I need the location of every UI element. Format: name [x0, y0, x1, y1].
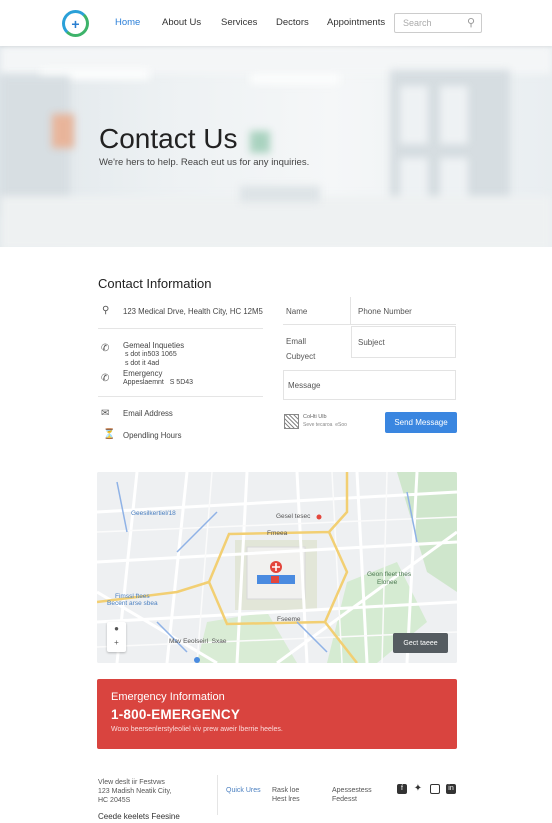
opening-hours-text: Opendling Hours: [123, 431, 182, 440]
page-subtitle: We're hers to help. Reach eut us for any…: [99, 157, 310, 168]
general-inquiries-extra: s dot it 4ad: [123, 360, 160, 367]
floor: [0, 196, 552, 247]
contact-info-title: Contact Information: [98, 276, 212, 291]
nav-doctors[interactable]: Dectors: [276, 17, 309, 28]
search-input[interactable]: Search ⚲: [394, 13, 482, 33]
divider: [98, 328, 263, 329]
map-label: Fseeme: [277, 616, 301, 623]
name-placeholder: Name: [286, 307, 308, 316]
window-pane: [400, 86, 428, 144]
zoom-out-icon[interactable]: +: [107, 636, 126, 650]
clock-icon: ⏳: [103, 429, 116, 440]
footer-quick-links-title: Quick Ures: [226, 787, 261, 794]
map-label: Geon fleet thes: [367, 571, 412, 578]
footer-link[interactable]: Hest lres: [272, 795, 300, 804]
instagram-icon[interactable]: [430, 784, 440, 794]
map-label: Mav Eeolseirl Sxae: [169, 638, 227, 645]
footer-address-line: 123 Madish Neatik City,: [98, 788, 172, 795]
location-pin-icon: ⚲: [102, 305, 110, 316]
clinic-logo-icon[interactable]: +: [62, 10, 89, 37]
map-label: Elonee: [377, 579, 398, 586]
emergency-phone: Appeslaemnt S 5D43: [123, 379, 194, 386]
footer-address-line: Vlew deslt iir Festvws: [98, 779, 165, 786]
map-label: Geesilkertiel/18: [131, 510, 176, 517]
top-navbar: + Home About Us Services Dectors Appoint…: [0, 0, 552, 46]
footer-link[interactable]: Fedesst: [332, 795, 357, 804]
map-zoom-control[interactable]: ● +: [107, 622, 126, 652]
send-message-button[interactable]: Send Message: [385, 412, 457, 433]
location-map[interactable]: Geesilkertiel/18 Gesel tesec Fmeea Geon …: [97, 472, 457, 663]
emergency-description: Woxo beersenlerstyleoliel viv prew aweir…: [111, 726, 283, 733]
hero-banner: Contact Us We're hers to help. Reach eut…: [0, 46, 552, 247]
captcha-icon[interactable]: [284, 414, 299, 429]
map-directions-button[interactable]: Gect taeee: [393, 633, 448, 653]
phone-icon: ✆: [101, 373, 110, 384]
page-title: Contact Us: [99, 123, 238, 154]
message-placeholder: Message: [288, 381, 321, 390]
subject-placeholder: Subject: [358, 338, 385, 347]
corridor-sign: [250, 131, 270, 153]
nav-services[interactable]: Services: [221, 17, 257, 28]
nav-appointments[interactable]: Appointments: [327, 17, 385, 28]
footer-address-line: HC 2045S: [98, 797, 131, 804]
window-pane: [440, 86, 468, 144]
mail-icon: ✉: [101, 408, 110, 419]
emergency-banner: Emergency Information 1-800-EMERGENCY Wo…: [97, 679, 457, 749]
nav-about[interactable]: About Us: [162, 17, 201, 28]
phone-placeholder: Phone Number: [358, 307, 412, 316]
wall-sign: [52, 114, 74, 148]
emergency-title: Emergency Information: [111, 691, 225, 703]
map-label: Becent arse sbea: [107, 600, 158, 607]
phone-icon: ✆: [101, 343, 110, 354]
captcha-terms: Seve tecaroa eSoo: [303, 422, 347, 428]
ceiling-light: [250, 74, 340, 84]
email-placeholder: Emall: [286, 337, 307, 346]
linkedin-icon[interactable]: in: [446, 784, 456, 794]
zoom-in-icon[interactable]: ●: [107, 622, 126, 636]
search-icon[interactable]: ⚲: [467, 16, 475, 29]
search-placeholder: Search: [403, 18, 432, 28]
map-label: Fimssl ftees: [115, 593, 150, 600]
divider: [98, 396, 263, 397]
facebook-icon[interactable]: f: [397, 784, 407, 794]
emergency-number[interactable]: 1-800-EMERGENCY: [111, 707, 240, 722]
map-label: Fmeea: [267, 530, 288, 537]
footer-link[interactable]: Rask loe: [272, 786, 299, 795]
nav-home[interactable]: Home: [115, 17, 140, 28]
twitter-icon[interactable]: ✦: [413, 784, 423, 794]
bench: [240, 186, 320, 202]
footer-link[interactable]: Apessestess: [332, 786, 372, 795]
address-text: 123 Medical Drve, Health City, HC 12M5: [123, 307, 263, 316]
footer-divider: [217, 775, 218, 815]
email-address-text[interactable]: Email Address: [123, 409, 173, 419]
map-label: Gesel tesec: [276, 513, 311, 520]
footer-bottom-text: Ceede keelets Feesine: [98, 812, 180, 821]
subject-label: Cubyect: [286, 352, 316, 361]
captcha-title: CoHti Ulb: [303, 414, 327, 420]
